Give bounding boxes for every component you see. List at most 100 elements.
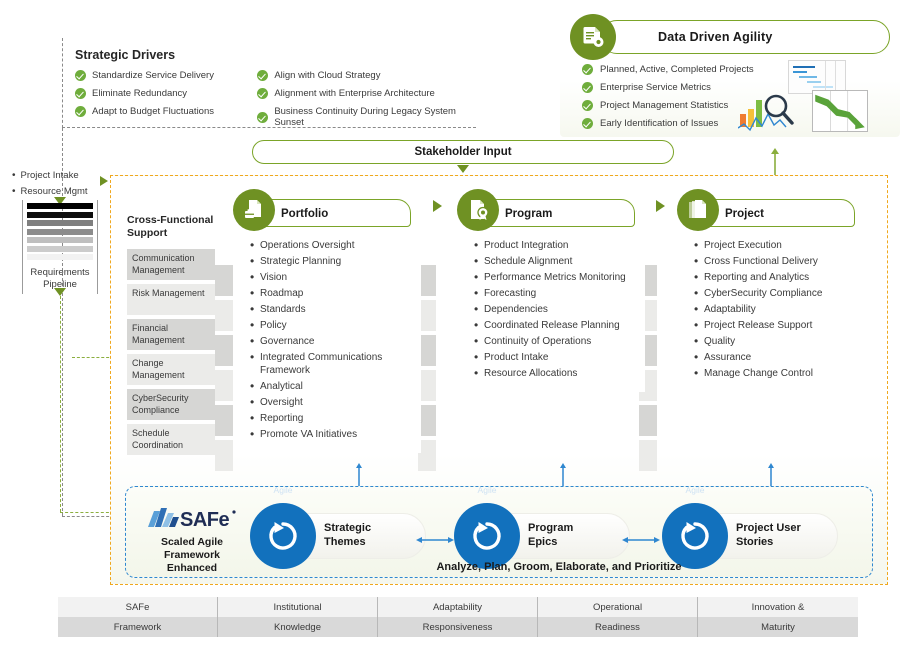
intake-to-panel-arrow-icon xyxy=(100,176,108,186)
project-list: Project Execution Cross Functional Deliv… xyxy=(689,234,865,392)
list-item: Forecasting xyxy=(473,287,641,301)
footer-cell: Innovation & Maturity xyxy=(698,597,858,637)
requirements-pipeline-label: Requirements Pipeline xyxy=(27,263,93,291)
agile-refresh-icon xyxy=(662,503,728,569)
list-item: Product Intake xyxy=(473,351,641,365)
diagram-canvas: Strategic Drivers Standardize Service De… xyxy=(0,0,915,649)
footer-cell-bottom: Framework xyxy=(58,617,217,637)
list-item: Continuity of Operations xyxy=(473,335,641,349)
list-item-label: Enterprise Service Metrics xyxy=(600,82,711,93)
pipeline-bar xyxy=(27,211,93,218)
cross-functional-strip xyxy=(215,300,233,331)
check-icon xyxy=(257,111,269,123)
strategic-driver-label: Align with Cloud Strategy xyxy=(274,70,381,81)
strategic-driver-item: Alignment with Enterprise Architecture xyxy=(257,88,464,99)
strategic-driver-item: Align with Cloud Strategy xyxy=(257,70,464,81)
agile-node-label-line1: Strategic xyxy=(324,522,372,534)
strategic-driver-item: Business Continuity During Legacy System… xyxy=(257,106,464,128)
cross-functional-support: Cross-Functional Support Communication M… xyxy=(127,214,215,459)
project-title: Project xyxy=(725,208,764,220)
agile-word: Agile xyxy=(273,485,293,495)
footer-cell-top: Operational xyxy=(538,597,697,617)
list-item: Governance xyxy=(249,335,417,349)
check-icon xyxy=(582,64,593,75)
footer-cell-bottom: Readiness xyxy=(538,617,697,637)
list-item: Schedule Alignment xyxy=(473,255,641,269)
cross-functional-item[interactable]: CyberSecurity Compliance xyxy=(127,389,215,420)
check-icon xyxy=(582,82,593,93)
list-item: Assurance xyxy=(693,351,861,365)
stakeholder-input-pill[interactable]: Stakeholder Input xyxy=(252,140,674,164)
strategic-drivers-right-column: Align with Cloud Strategy Alignment with… xyxy=(257,70,464,128)
program-to-project-arrow-icon xyxy=(622,537,660,543)
check-icon xyxy=(582,100,593,111)
declining-trend-chart-thumbnail xyxy=(812,90,868,132)
agile-node-label-line2: Stories xyxy=(736,536,774,548)
footer-cell-bottom: Maturity xyxy=(698,617,858,637)
safe-caption-line1: Scaled Agile xyxy=(160,536,224,548)
footer-cell-top: Institutional xyxy=(218,597,377,617)
strategic-driver-item: Standardize Service Delivery xyxy=(75,70,245,81)
pipeline-down-arrow-icon xyxy=(54,288,66,296)
footer-cell: Institutional Knowledge xyxy=(218,597,378,637)
list-item: Dependencies xyxy=(473,303,641,317)
program-header-pill xyxy=(475,199,635,227)
cross-functional-item[interactable]: Risk Management xyxy=(127,284,215,315)
list-item-label: Planned, Active, Completed Projects xyxy=(600,64,754,75)
cross-functional-strip xyxy=(215,440,233,471)
list-item: Adaptability xyxy=(693,303,861,317)
requirements-pipeline: Requirements Pipeline xyxy=(22,200,98,294)
strategic-drivers-title: Strategic Drivers xyxy=(75,48,176,62)
list-item: Manage Change Control xyxy=(693,367,861,381)
list-item: Analytical xyxy=(249,380,417,394)
footer-cell: SAFe Framework xyxy=(58,597,218,637)
footer-cell-top: SAFe xyxy=(58,597,217,617)
cross-functional-item[interactable]: Schedule Coordination xyxy=(127,424,215,455)
agile-refresh-icon xyxy=(454,503,520,569)
pipeline-label-line1: Requirements xyxy=(30,266,90,278)
document-gear-icon xyxy=(570,14,616,60)
intake-item-label: Project Intake xyxy=(20,170,79,181)
check-icon xyxy=(257,88,269,99)
data-driven-agility-title: Data Driven Agility xyxy=(658,30,773,44)
cross-functional-strip xyxy=(215,370,233,401)
strategic-driver-label: Alignment with Enterprise Architecture xyxy=(274,88,435,99)
cross-functional-title: Cross-Functional Support xyxy=(127,214,215,240)
pipeline-bar xyxy=(27,237,93,243)
strategic-driver-label: Standardize Service Delivery xyxy=(92,70,214,81)
agile-node-label-line1: Project User xyxy=(736,522,801,534)
check-icon xyxy=(582,118,593,129)
list-item: Policy xyxy=(249,319,417,333)
cross-functional-item[interactable]: Change Management xyxy=(127,354,215,385)
footer-cell-bottom: Knowledge xyxy=(218,617,377,637)
stakeholder-down-arrow-icon xyxy=(457,165,469,173)
data-driven-agility-panel: Data Driven Agility Planned, Active, Com… xyxy=(560,12,900,137)
check-icon xyxy=(75,88,86,99)
safe-band-footer: Analyze, Plan, Groom, Elaborate, and Pri… xyxy=(436,561,682,573)
agile-node-label-line1: Program xyxy=(528,522,574,534)
list-item: Roadmap xyxy=(249,287,417,301)
pipeline-bar xyxy=(27,254,93,260)
footer-cell-bottom: Responsiveness xyxy=(378,617,537,637)
connector-pipeline-right xyxy=(60,512,114,513)
list-item: Project Execution xyxy=(693,239,861,253)
cross-functional-item[interactable]: Financial Management xyxy=(127,319,215,350)
list-item: CyberSecurity Compliance xyxy=(693,287,861,301)
project-header-pill xyxy=(695,199,855,227)
check-icon xyxy=(257,70,269,81)
pipeline-bar xyxy=(27,245,93,252)
safe-band: SAFe Scaled Agile Framework Enhanced Agi… xyxy=(125,485,873,578)
agile-word: Agile xyxy=(477,485,497,495)
bullet-icon: • xyxy=(12,186,16,197)
list-item: Cross Functional Delivery xyxy=(693,255,861,269)
cross-functional-strip xyxy=(215,405,233,436)
list-item: Enterprise Service Metrics xyxy=(582,82,754,93)
agile-node-label: Program Epics xyxy=(528,521,624,549)
data-driven-agility-list: Planned, Active, Completed Projects Ente… xyxy=(582,64,754,129)
svg-text:SAFe: SAFe xyxy=(180,509,230,531)
footer-cell-top: Innovation & xyxy=(698,597,858,617)
strategic-driver-label: Adapt to Budget Fluctuations xyxy=(92,106,214,117)
cross-functional-item[interactable]: Communication Management xyxy=(127,249,215,280)
list-item: Planned, Active, Completed Projects xyxy=(582,64,754,75)
footer-table: SAFe Framework Institutional Knowledge A… xyxy=(58,597,858,637)
